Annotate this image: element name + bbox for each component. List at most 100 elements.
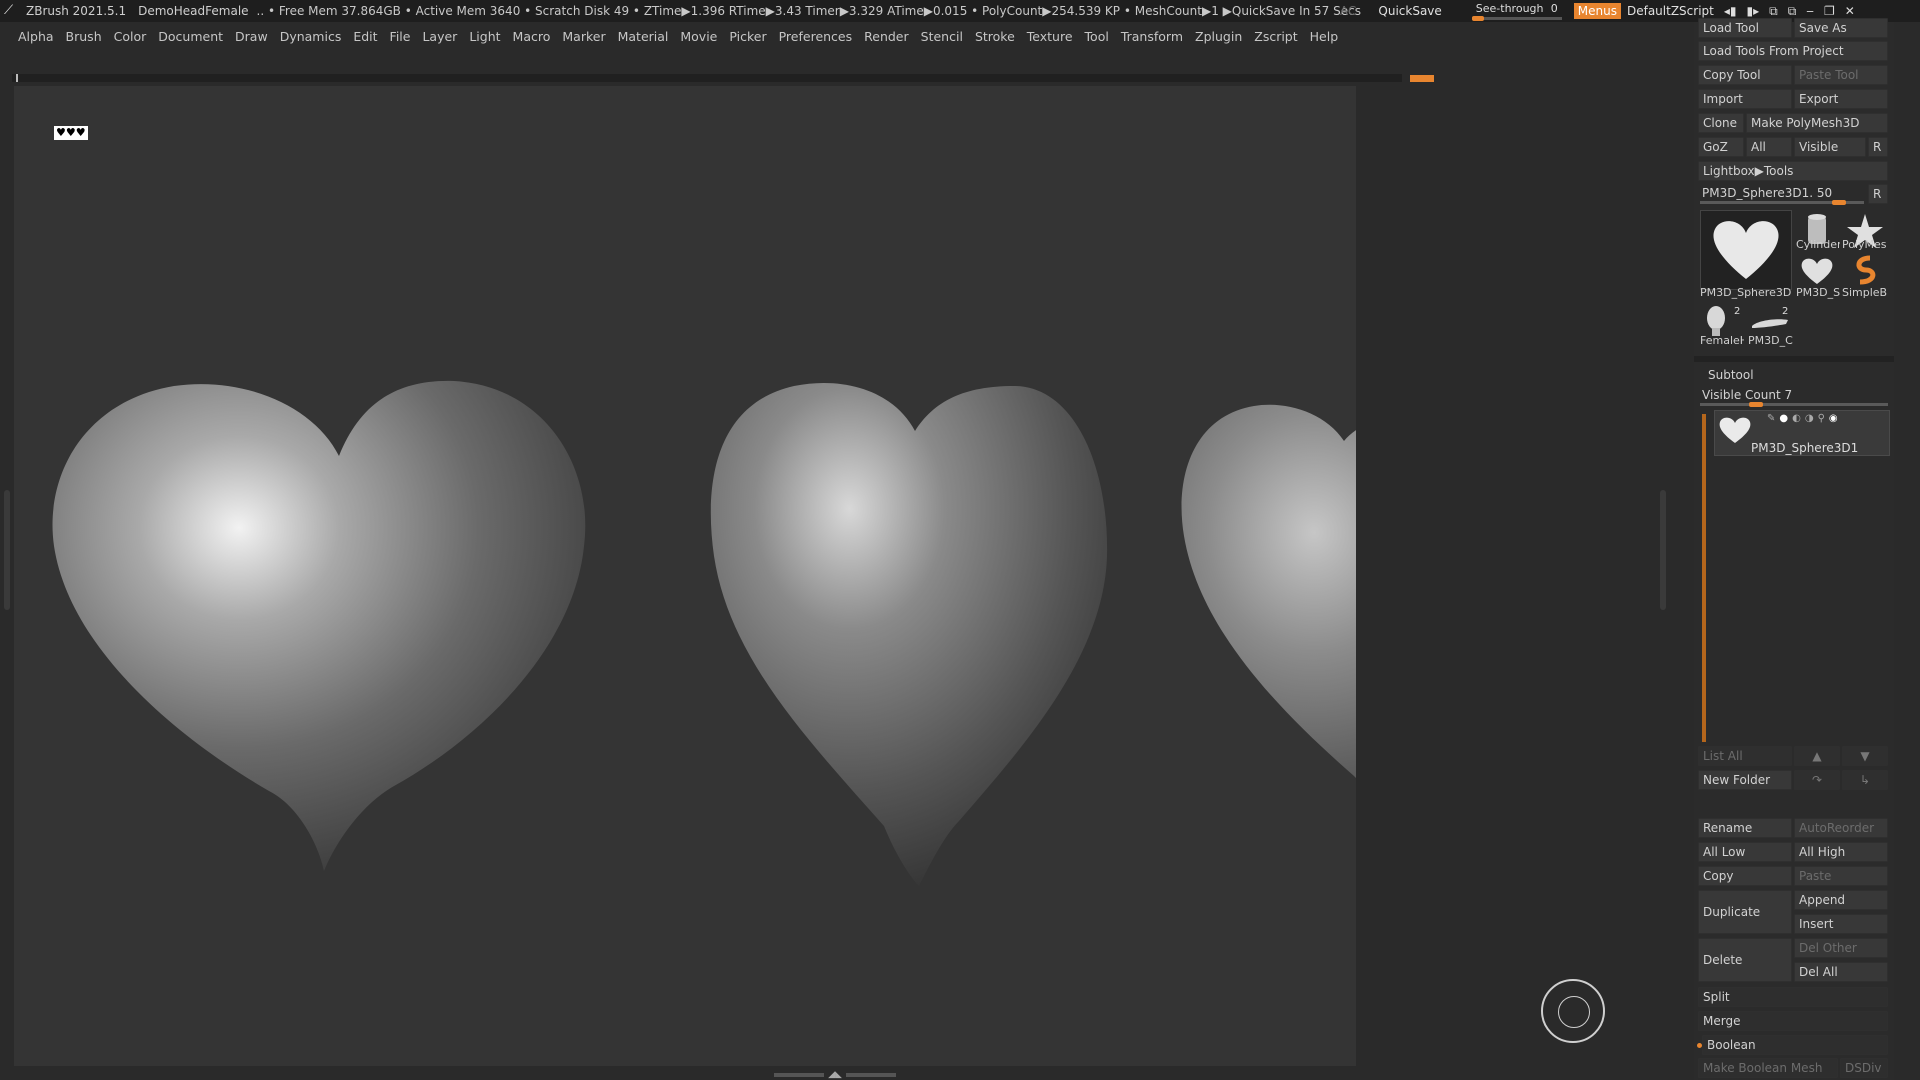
subtool-item[interactable]: ✎ ● ◐ ◑ ⚲ ◉ PM3D_Sphere3D1 [1714, 410, 1890, 456]
eye-visibility-icon[interactable]: ◉ [1829, 413, 1838, 424]
duplicate-button[interactable]: Duplicate [1698, 890, 1792, 934]
solo-toggle-icon[interactable]: ◐ [1792, 413, 1801, 424]
all-low-button[interactable]: All Low [1698, 842, 1792, 862]
menu-movie[interactable]: Movie [680, 29, 717, 44]
menu-zplugin[interactable]: Zplugin [1195, 29, 1242, 44]
rename-button[interactable]: Rename [1698, 818, 1792, 838]
menu-stroke[interactable]: Stroke [975, 29, 1015, 44]
menu-picker[interactable]: Picker [729, 29, 766, 44]
menu-tool[interactable]: Tool [1085, 29, 1109, 44]
default-zscript-button[interactable]: DefaultZScript [1627, 4, 1714, 18]
minimize-icon[interactable]: ‒ [1806, 4, 1814, 19]
seethrough-slider[interactable]: See-through 0 [1471, 0, 1562, 22]
clone-button[interactable]: Clone [1698, 113, 1744, 133]
dynamic-toggle-icon[interactable]: ◑ [1805, 413, 1814, 424]
tool-thumb-simpleb[interactable] [1842, 254, 1888, 286]
layout-left-icon[interactable]: ◂▮ [1724, 4, 1737, 19]
dsdiv-button[interactable]: DSDiv [1840, 1058, 1888, 1078]
copy-button[interactable]: Copy [1698, 866, 1792, 886]
menu-dynamics[interactable]: Dynamics [280, 29, 342, 44]
ac-button[interactable]: AC [1340, 4, 1356, 18]
visible-count-slider-track[interactable] [1700, 403, 1888, 406]
all-high-button[interactable]: All High [1794, 842, 1888, 862]
navigation-gizmo[interactable] [1541, 979, 1605, 1043]
menu-edit[interactable]: Edit [353, 29, 377, 44]
new-folder-button[interactable]: New Folder [1698, 770, 1792, 790]
paste-tool-button[interactable]: Paste Tool [1794, 65, 1888, 85]
menu-help[interactable]: Help [1310, 29, 1339, 44]
tool-thumb-pm3d-s[interactable] [1796, 254, 1838, 286]
move-into-folder-button[interactable]: ↷ [1794, 770, 1840, 790]
menu-material[interactable]: Material [618, 29, 669, 44]
make-polymesh3d-button[interactable]: Make PolyMesh3D [1746, 113, 1888, 133]
menu-preferences[interactable]: Preferences [779, 29, 853, 44]
append-button[interactable]: Append [1794, 890, 1888, 910]
menu-macro[interactable]: Macro [513, 29, 551, 44]
quicksave-button[interactable]: QuickSave [1378, 4, 1441, 18]
boolean-section[interactable]: Boolean [1702, 1035, 1888, 1055]
paste-button[interactable]: Paste [1794, 866, 1888, 886]
menu-brush[interactable]: Brush [66, 29, 102, 44]
swap-icon[interactable]: ⧉ [1769, 4, 1778, 19]
goz-visible-button[interactable]: Visible [1794, 137, 1866, 157]
left-tray-handle[interactable] [4, 490, 10, 610]
delete-button[interactable]: Delete [1698, 938, 1792, 982]
del-all-button[interactable]: Del All [1794, 962, 1888, 982]
save-as-button[interactable]: Save As [1794, 18, 1888, 38]
menu-light[interactable]: Light [469, 29, 500, 44]
load-tool-button[interactable]: Load Tool [1698, 18, 1792, 38]
lock-icon[interactable]: ⚲ [1818, 413, 1825, 424]
subtool-list-scrollbar[interactable] [1702, 414, 1706, 742]
menu-alpha[interactable]: Alpha [18, 29, 54, 44]
close-icon[interactable]: ✕ [1845, 4, 1855, 19]
goz-button[interactable]: GoZ [1698, 137, 1744, 157]
menu-document[interactable]: Document [158, 29, 223, 44]
load-tools-from-project-button[interactable]: Load Tools From Project [1698, 41, 1888, 61]
current-tool-r-button[interactable]: R [1868, 184, 1888, 204]
move-up-button[interactable]: ▲ [1794, 746, 1840, 766]
current-tool-slider-knob[interactable] [1832, 200, 1847, 205]
menu-layer[interactable]: Layer [422, 29, 457, 44]
move-out-folder-button[interactable]: ↳ [1842, 770, 1888, 790]
tool-thumb-main[interactable] [1700, 210, 1792, 290]
visible-count-slider-knob[interactable] [1749, 402, 1764, 407]
menu-file[interactable]: File [390, 29, 411, 44]
menu-texture[interactable]: Texture [1027, 29, 1073, 44]
layout-right-icon[interactable]: ▮▸ [1747, 4, 1760, 19]
menu-marker[interactable]: Marker [562, 29, 605, 44]
paint-brush-icon[interactable]: ✎ [1767, 413, 1775, 424]
menu-draw[interactable]: Draw [235, 29, 268, 44]
goz-all-button[interactable]: All [1746, 137, 1792, 157]
goz-r-button[interactable]: R [1868, 137, 1888, 157]
restore-icon[interactable]: ❐ [1824, 4, 1835, 19]
insert-button[interactable]: Insert [1794, 914, 1888, 934]
split-section[interactable]: Split [1698, 987, 1888, 1007]
menu-render[interactable]: Render [864, 29, 909, 44]
document-canvas[interactable]: ♥♥♥ [14, 86, 1356, 1066]
import-button[interactable]: Import [1698, 89, 1792, 109]
menu-stencil[interactable]: Stencil [921, 29, 963, 44]
menu-zscript[interactable]: Zscript [1254, 29, 1297, 44]
del-other-button[interactable]: Del Other [1794, 938, 1888, 958]
tool-thumb-female[interactable] [1700, 304, 1738, 336]
timeline-bar[interactable] [12, 74, 1434, 82]
clone-window-icon[interactable]: ⧉ [1788, 4, 1797, 19]
bottom-tray-handle[interactable]: ◢◣ [770, 1070, 900, 1080]
copy-tool-button[interactable]: Copy Tool [1698, 65, 1792, 85]
merge-section[interactable]: Merge [1698, 1011, 1888, 1031]
list-all-button[interactable]: List All [1698, 746, 1792, 766]
menu-transform[interactable]: Transform [1121, 29, 1183, 44]
bottom-handle-arrows-icon[interactable]: ◢◣ [828, 1070, 842, 1080]
make-boolean-mesh-button[interactable]: Make Boolean Mesh [1698, 1058, 1838, 1078]
menu-color[interactable]: Color [114, 29, 147, 44]
move-down-button[interactable]: ▼ [1842, 746, 1888, 766]
seethrough-knob[interactable] [1471, 16, 1484, 21]
subtool-title[interactable]: Subtool [1708, 368, 1754, 382]
timeline-current-marker[interactable] [1410, 75, 1434, 82]
polypaint-toggle-icon[interactable]: ● [1779, 413, 1788, 424]
export-button[interactable]: Export [1794, 89, 1888, 109]
right-tray-handle[interactable] [1660, 490, 1666, 610]
autoreorder-button[interactable]: AutoReorder [1794, 818, 1888, 838]
menus-toggle-button[interactable]: Menus [1573, 3, 1621, 19]
lightbox-tools-button[interactable]: Lightbox▶Tools [1698, 161, 1888, 181]
